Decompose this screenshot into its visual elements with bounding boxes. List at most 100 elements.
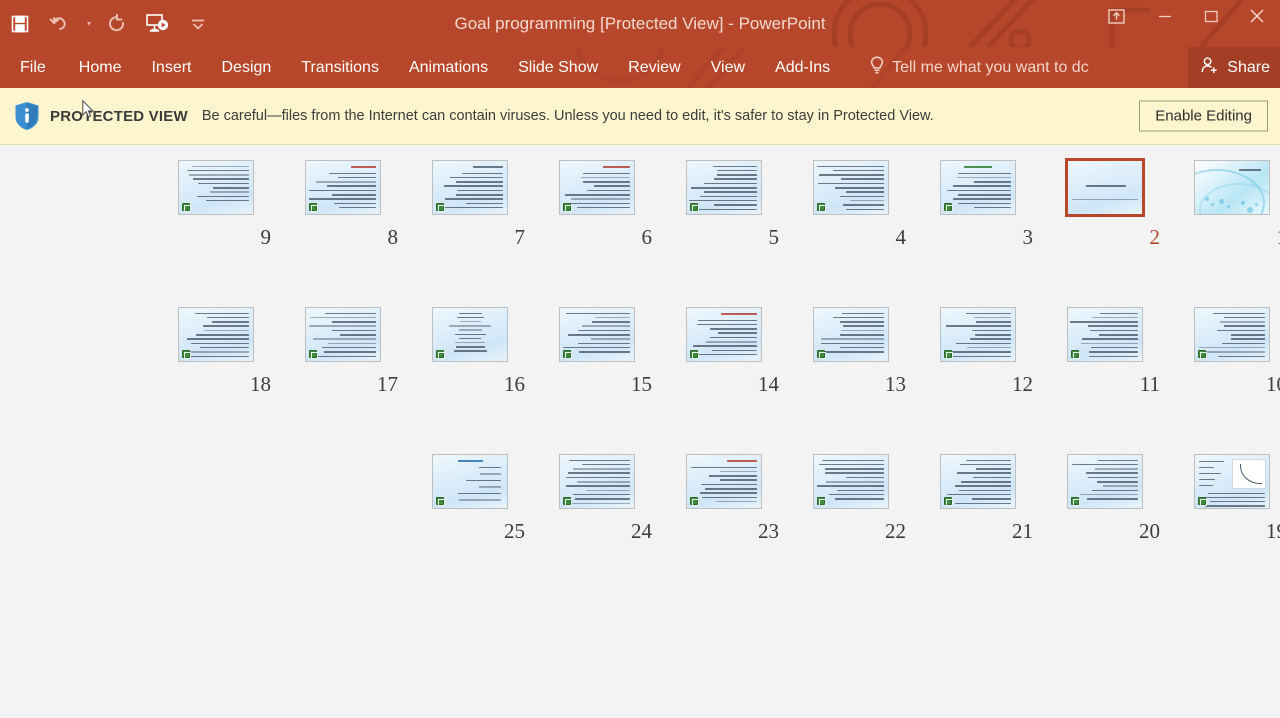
slide-cell-2[interactable]: 2	[1041, 157, 1168, 250]
slide-cell-7[interactable]: 7	[406, 157, 533, 250]
tab-animations[interactable]: Animations	[394, 47, 503, 88]
start-from-beginning-icon[interactable]	[138, 5, 178, 43]
slide-cell-23[interactable]: 23	[660, 451, 787, 544]
tab-insert[interactable]: Insert	[136, 47, 206, 88]
slide-thumbnail[interactable]	[558, 159, 635, 215]
slide-thumbnail-wrapper[interactable]	[660, 451, 787, 511]
tab-file[interactable]: File	[0, 47, 64, 88]
slide-thumbnail-wrapper[interactable]	[1168, 304, 1280, 364]
undo-dropdown-icon[interactable]: ▾	[80, 5, 98, 43]
slide-thumbnail-wrapper[interactable]	[660, 157, 787, 217]
slide-cell-19[interactable]: 19	[1168, 451, 1280, 544]
slide-thumbnail-wrapper[interactable]	[279, 157, 406, 217]
slide-cell-22[interactable]: 22	[787, 451, 914, 544]
slide-thumbnail-wrapper[interactable]	[1041, 157, 1168, 217]
slide-cell-11[interactable]: 11	[1041, 304, 1168, 397]
slide-cell-5[interactable]: 5	[660, 157, 787, 250]
slide-thumbnail-wrapper[interactable]	[533, 451, 660, 511]
tab-transitions[interactable]: Transitions	[286, 47, 394, 88]
slide-cell-21[interactable]: 21	[914, 451, 1041, 544]
slide-thumbnail-wrapper[interactable]	[406, 304, 533, 364]
slide-cell-25[interactable]: 25	[406, 451, 533, 544]
slide-thumbnail-wrapper[interactable]	[787, 451, 914, 511]
slide-thumbnail[interactable]	[177, 306, 254, 362]
slide-thumbnail[interactable]	[939, 453, 1016, 509]
tab-slide-show[interactable]: Slide Show	[503, 47, 613, 88]
slide-thumbnail[interactable]	[939, 306, 1016, 362]
customize-quick-access-toolbar-icon[interactable]	[178, 5, 218, 43]
slide-thumbnail-wrapper[interactable]	[1041, 304, 1168, 364]
slide-thumbnail[interactable]	[177, 159, 254, 215]
tell-me-search[interactable]: Tell me what you want to dc	[869, 55, 1089, 80]
slide-thumbnail[interactable]	[1193, 453, 1270, 509]
tab-design[interactable]: Design	[206, 47, 286, 88]
redo-icon[interactable]	[98, 5, 138, 43]
undo-icon[interactable]	[40, 5, 80, 43]
slide-thumbnail[interactable]	[1193, 306, 1270, 362]
close-button[interactable]	[1234, 0, 1280, 32]
minimize-button[interactable]	[1142, 0, 1188, 32]
slide-thumbnail[interactable]	[558, 453, 635, 509]
slide-cell-10[interactable]: 10	[1168, 304, 1280, 397]
slide-thumbnail[interactable]	[1066, 306, 1143, 362]
slide-thumbnail-wrapper[interactable]	[914, 157, 1041, 217]
slide-thumbnail[interactable]	[431, 306, 508, 362]
slide-thumbnail-wrapper[interactable]	[533, 304, 660, 364]
quick-access-toolbar[interactable]: ▾	[0, 0, 218, 47]
slide-thumbnail[interactable]	[812, 159, 889, 215]
restore-button[interactable]	[1188, 0, 1234, 32]
slide-cell-17[interactable]: 17	[279, 304, 406, 397]
slide-thumbnail-wrapper[interactable]	[1168, 157, 1280, 217]
slide-thumbnail-wrapper[interactable]	[1041, 451, 1168, 511]
slide-thumbnail[interactable]	[431, 159, 508, 215]
slide-thumbnail[interactable]	[1064, 157, 1145, 217]
slide-cell-3[interactable]: 3	[914, 157, 1041, 250]
slide-thumbnail-wrapper[interactable]	[406, 451, 533, 511]
slide-thumbnail-wrapper[interactable]	[533, 157, 660, 217]
share-button[interactable]: Share	[1188, 47, 1280, 88]
slide-thumbnail[interactable]	[304, 306, 381, 362]
slide-thumbnail[interactable]	[558, 306, 635, 362]
slide-cell-12[interactable]: 12	[914, 304, 1041, 397]
tab-home[interactable]: Home	[64, 47, 137, 88]
slide-cell-15[interactable]: 15	[533, 304, 660, 397]
slide-thumbnail-wrapper[interactable]	[1168, 451, 1280, 511]
window-controls[interactable]	[1090, 0, 1280, 40]
slide-cell-1[interactable]: 1	[1168, 157, 1280, 250]
slide-cell-16[interactable]: 16	[406, 304, 533, 397]
slide-thumbnail[interactable]	[685, 306, 762, 362]
slide-cell-8[interactable]: 8	[279, 157, 406, 250]
slide-cell-24[interactable]: 24	[533, 451, 660, 544]
tab-view[interactable]: View	[696, 47, 760, 88]
slide-cell-18[interactable]: 18	[152, 304, 279, 397]
save-icon[interactable]	[0, 5, 40, 43]
slide-sorter-pane[interactable]: 9876543211817161514131211102524232221201…	[0, 145, 1280, 716]
slide-thumbnail[interactable]	[431, 453, 508, 509]
slide-thumbnail-wrapper[interactable]	[787, 157, 914, 217]
ribbon-display-options-button[interactable]	[1090, 0, 1142, 32]
slide-cell-9[interactable]: 9	[152, 157, 279, 250]
slide-thumbnail-wrapper[interactable]	[914, 451, 1041, 511]
slide-thumbnail-wrapper[interactable]	[279, 304, 406, 364]
slide-thumbnail-wrapper[interactable]	[406, 157, 533, 217]
tab-review[interactable]: Review	[613, 47, 695, 88]
slide-cell-6[interactable]: 6	[533, 157, 660, 250]
slide-thumbnail-wrapper[interactable]	[152, 304, 279, 364]
slide-thumbnail[interactable]	[939, 159, 1016, 215]
slide-cell-20[interactable]: 20	[1041, 451, 1168, 544]
slide-cell-13[interactable]: 13	[787, 304, 914, 397]
slide-cell-4[interactable]: 4	[787, 157, 914, 250]
slide-thumbnail[interactable]	[812, 453, 889, 509]
slide-thumbnail-wrapper[interactable]	[660, 304, 787, 364]
enable-editing-button[interactable]: Enable Editing	[1139, 100, 1268, 132]
slide-thumbnail-wrapper[interactable]	[914, 304, 1041, 364]
slide-thumbnail[interactable]	[1193, 159, 1270, 215]
slide-thumbnail-wrapper[interactable]	[787, 304, 914, 364]
slide-thumbnail[interactable]	[685, 159, 762, 215]
slide-thumbnail-wrapper[interactable]	[152, 157, 279, 217]
tab-add-ins[interactable]: Add-Ins	[760, 47, 845, 88]
slide-thumbnail[interactable]	[812, 306, 889, 362]
slide-thumbnail[interactable]	[685, 453, 762, 509]
slide-thumbnail[interactable]	[1066, 453, 1143, 509]
slide-thumbnail[interactable]	[304, 159, 381, 215]
